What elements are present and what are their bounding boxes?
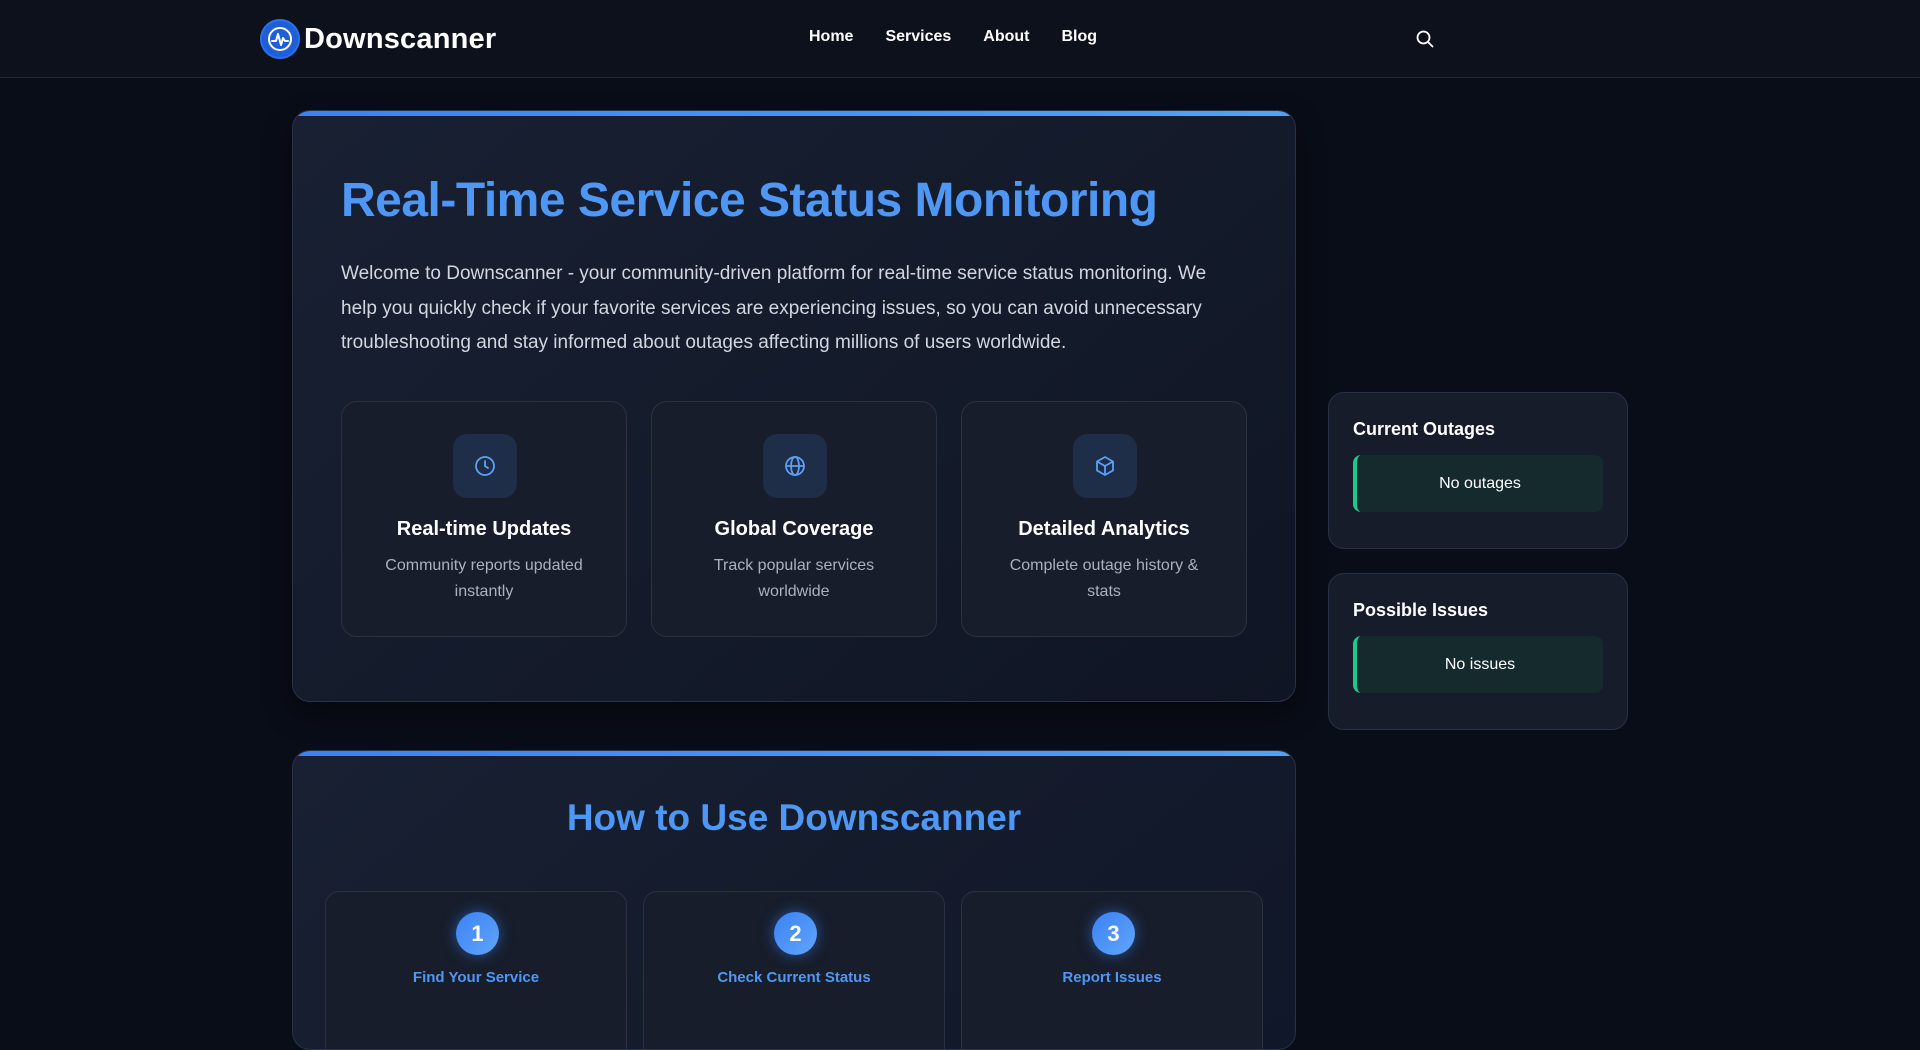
issues-status: No issues [1353, 636, 1603, 693]
brand-home-link[interactable]: Downscanner [260, 19, 496, 59]
hero-description: Welcome to Downscanner - your community-… [341, 263, 1207, 353]
current-outages-card: Current Outages No outages [1328, 392, 1628, 549]
feature-card-global: Global Coverage Track popular services w… [651, 401, 937, 637]
step-number-badge: 1 [456, 912, 499, 955]
feature-card-realtime: Real-time Updates Community reports upda… [341, 401, 627, 637]
current-outages-title: Current Outages [1353, 419, 1496, 439]
brand-name: Downscanner [304, 22, 497, 55]
search-button[interactable] [1413, 27, 1437, 51]
feature-title: Real-time Updates [396, 518, 572, 540]
search-icon [1416, 30, 1434, 48]
feature-description: Community reports updated instantly [385, 557, 583, 600]
globe-icon [763, 434, 827, 498]
hero-card: Real-Time Service Status Monitoring Welc… [292, 110, 1296, 702]
step-card-find: 1 Find Your Service [325, 891, 627, 1049]
how-to-section: How to Use Downscanner 1 Find Your Servi… [292, 750, 1296, 1050]
step-number-badge: 2 [774, 912, 817, 955]
step-card-check: 2 Check Current Status [643, 891, 945, 1049]
feature-card-analytics: Detailed Analytics Complete outage histo… [961, 401, 1247, 637]
feature-title: Global Coverage [714, 518, 874, 540]
nav-link-services[interactable]: Services [885, 28, 951, 46]
how-to-title: How to Use Downscanner [566, 797, 1022, 838]
step-title: Report Issues [1062, 969, 1162, 986]
nav-link-about[interactable]: About [983, 28, 1029, 46]
feature-description: Complete outage history & stats [1009, 557, 1199, 600]
step-title: Check Current Status [717, 969, 871, 986]
cube-icon [1073, 434, 1137, 498]
possible-issues-title: Possible Issues [1353, 600, 1489, 620]
possible-issues-card: Possible Issues No issues [1328, 573, 1628, 730]
step-title: Find Your Service [412, 969, 540, 986]
outages-status: No outages [1353, 455, 1603, 512]
nav-link-blog[interactable]: Blog [1062, 28, 1098, 46]
step-number-badge: 3 [1092, 912, 1135, 955]
hero-title: Real-Time Service Status Monitoring [341, 174, 1158, 227]
clock-icon [453, 434, 517, 498]
feature-description: Track popular services worldwide [713, 557, 875, 600]
accent-bar [293, 111, 1295, 116]
step-card-report: 3 Report Issues [961, 891, 1263, 1049]
top-navbar: Downscanner Home Services About Blog [0, 0, 1920, 78]
accent-bar [293, 751, 1295, 756]
main-nav: Home Services About Blog [809, 28, 1097, 46]
feature-title: Detailed Analytics [1018, 518, 1190, 540]
wave-logo-icon [260, 19, 300, 59]
nav-link-home[interactable]: Home [809, 28, 853, 46]
